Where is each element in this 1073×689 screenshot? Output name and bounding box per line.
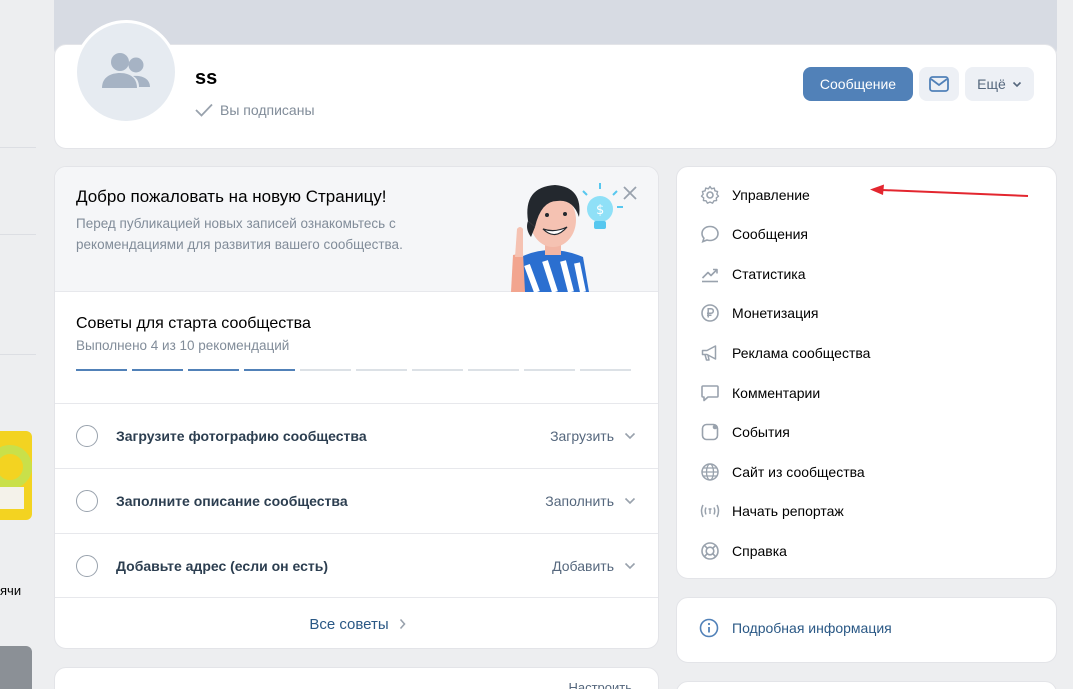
progress-segment (244, 369, 295, 371)
more-button-label: Ещё (977, 76, 1006, 92)
task-checkbox[interactable] (76, 555, 98, 577)
envelope-icon (929, 76, 949, 92)
more-button[interactable]: Ещё (965, 67, 1034, 101)
menu-item-ads[interactable]: Реклама сообщества (677, 335, 1056, 371)
megaphone-icon (699, 342, 721, 364)
svg-text:$: $ (596, 203, 604, 218)
community-avatar[interactable] (74, 20, 178, 124)
truncated-text: ячи (0, 583, 22, 598)
menu-item-label: Реклама сообщества (732, 345, 871, 361)
divider (0, 234, 36, 235)
menu-item-label: Справка (732, 543, 787, 559)
progress-segment (468, 369, 519, 371)
menu-item-monetization[interactable]: Монетизация (677, 295, 1056, 331)
task-label: Загрузите фотографию сообщества (116, 428, 367, 444)
subscription-status-label: Вы подписаны (220, 102, 315, 118)
progress-segment (580, 369, 631, 371)
progress-segment (76, 369, 127, 371)
progress-segment (188, 369, 239, 371)
menu-item-events[interactable]: События (677, 414, 1056, 450)
menu-item-comments[interactable]: Комментарии (677, 375, 1056, 411)
all-tips-link[interactable]: Все советы (55, 597, 658, 648)
chart-trend-icon (699, 263, 721, 285)
tips-progress-text: Выполнено 4 из 10 рекомендаций (76, 338, 290, 353)
check-icon (195, 103, 213, 117)
menu-item-label: Начать репортаж (732, 503, 844, 519)
task-action-label: Загрузить (550, 428, 614, 444)
menu-item-statistics[interactable]: Статистика (677, 256, 1056, 292)
menu-item-broadcast[interactable]: Начать репортаж (677, 493, 1056, 529)
menu-item-label: Сайт из сообщества (732, 464, 865, 480)
globe-icon (699, 461, 721, 483)
welcome-banner: Добро пожаловать на новую Страницу! Пере… (55, 167, 658, 292)
divider (0, 354, 36, 355)
chevron-down-icon (624, 497, 636, 505)
thumbnail-image[interactable] (0, 431, 32, 520)
menu-item-label: Комментарии (732, 385, 821, 401)
menu-item-messages[interactable]: Сообщения (677, 216, 1056, 252)
users-icon (102, 53, 150, 88)
task-action[interactable]: Загрузить (550, 428, 636, 444)
task-label: Добавьте адрес (если он есть) (116, 558, 328, 574)
task-label: Заполните описание сообщества (116, 493, 348, 509)
task-row[interactable]: Заполните описание сообщества Заполнить (55, 468, 658, 533)
menu-item-label: Управление (732, 187, 810, 203)
progress-segment (524, 369, 575, 371)
progress-segment (356, 369, 407, 371)
info-card: Подробная информация (676, 597, 1057, 663)
task-action-label: Добавить (552, 558, 614, 574)
close-icon[interactable] (621, 184, 639, 202)
detailed-info-link[interactable]: Подробная информация (699, 618, 892, 638)
menu-item-label: Монетизация (732, 305, 819, 321)
welcome-text: Перед публикацией новых записей ознакомь… (76, 216, 403, 252)
chevron-down-icon (624, 562, 636, 570)
progress-segment (132, 369, 183, 371)
menu-item-label: Статистика (732, 266, 806, 282)
all-tips-label: Все советы (309, 615, 389, 633)
welcome-card: Добро пожаловать на новую Страницу! Пере… (54, 166, 659, 649)
chevron-right-icon (399, 618, 406, 630)
left-sidebar-strip: ячи (0, 0, 36, 689)
task-action[interactable]: Добавить (552, 558, 636, 574)
tips-title: Советы для старта сообщества (76, 315, 311, 332)
menu-item-label: События (732, 424, 790, 440)
chevron-down-icon (1012, 81, 1021, 87)
progress-segment (412, 369, 463, 371)
task-row[interactable]: Добавьте адрес (если он есть) Добавить (55, 533, 658, 598)
task-checkbox[interactable] (76, 490, 98, 512)
welcome-title: Добро пожаловать на новую Страницу! (76, 187, 387, 206)
progress-segment (300, 369, 351, 371)
ruble-coin-icon (699, 302, 721, 324)
divider (0, 147, 36, 148)
broadcast-icon (699, 500, 721, 522)
thumbnail-image[interactable] (0, 646, 32, 689)
lifebuoy-icon (699, 540, 721, 562)
tips-progress-bar (76, 369, 631, 371)
task-action[interactable]: Заполнить (545, 493, 636, 509)
next-card-action[interactable]: Настроить (568, 680, 632, 689)
management-menu: Управление Сообщения Статистика Монетиза… (676, 166, 1057, 579)
next-card: Настроить (54, 667, 659, 689)
event-icon (699, 421, 721, 443)
task-row[interactable]: Загрузите фотографию сообщества Загрузит… (55, 403, 658, 468)
gear-icon (699, 184, 721, 206)
menu-item-label: Сообщения (732, 226, 808, 242)
welcome-illustration: $ (511, 183, 623, 292)
chevron-down-icon (624, 432, 636, 440)
subscription-status[interactable]: Вы подписаны (195, 102, 315, 118)
info-icon (699, 618, 719, 638)
detailed-info-label: Подробная информация (732, 620, 892, 636)
next-card-right (676, 681, 1057, 689)
menu-item-management[interactable]: Управление (677, 177, 1056, 213)
comment-icon (699, 382, 721, 404)
menu-item-help[interactable]: Справка (677, 533, 1056, 569)
task-action-label: Заполнить (545, 493, 614, 509)
page-title: ss (195, 67, 218, 89)
task-checkbox[interactable] (76, 425, 98, 447)
chat-bubble-icon (699, 223, 721, 245)
mail-button[interactable] (919, 67, 959, 101)
message-button[interactable]: Сообщение (803, 67, 913, 101)
menu-item-website[interactable]: Сайт из сообщества (677, 454, 1056, 490)
